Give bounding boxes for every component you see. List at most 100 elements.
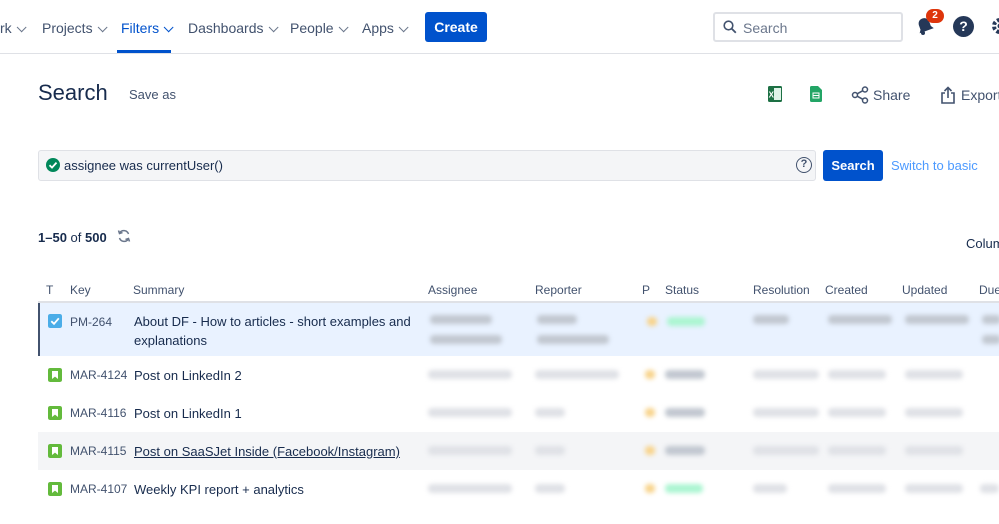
blurred-due xyxy=(982,315,999,324)
column-header-resolution[interactable]: Resolution xyxy=(753,283,810,297)
nav-label: Dashboards xyxy=(188,20,264,36)
switch-to-basic-link[interactable]: Switch to basic xyxy=(891,158,978,173)
nav-your-work[interactable]: rk xyxy=(0,18,27,38)
blurred-reporter xyxy=(535,446,565,455)
blurred-created xyxy=(828,446,886,455)
blurred-reporter xyxy=(537,315,577,324)
chevron-down-icon xyxy=(398,22,409,33)
google-sheets-icon[interactable] xyxy=(810,86,822,102)
blurred-due xyxy=(982,335,999,344)
export-button[interactable]: Export xyxy=(939,86,999,104)
nav-people[interactable]: People xyxy=(290,18,349,38)
blurred-assignee xyxy=(428,446,512,455)
nav-label: Apps xyxy=(362,20,394,36)
blurred-resolution xyxy=(753,408,819,417)
column-header-updated[interactable]: Updated xyxy=(902,283,947,297)
issue-key[interactable]: MAR-4115 xyxy=(70,444,126,458)
global-search[interactable] xyxy=(713,12,903,42)
column-header-due[interactable]: Due xyxy=(979,283,999,297)
issue-key[interactable]: PM-264 xyxy=(70,315,112,329)
story-icon xyxy=(48,368,62,382)
nav-label: Projects xyxy=(42,20,93,36)
search-button[interactable]: Search xyxy=(823,150,883,181)
save-as-button[interactable]: Save as xyxy=(129,87,176,102)
gear-icon[interactable] xyxy=(990,16,999,36)
blurred-updated xyxy=(905,315,969,324)
svg-text:X: X xyxy=(769,91,775,100)
blurred-reporter xyxy=(537,335,609,344)
task-checkbox-icon xyxy=(48,314,62,328)
blurred-status xyxy=(665,370,705,379)
issue-summary[interactable]: About DF - How to articles - short examp… xyxy=(134,312,430,350)
issue-summary[interactable]: Post on SaaSJet Inside (Facebook/Instagr… xyxy=(134,442,400,461)
issue-key[interactable]: MAR-4124 xyxy=(70,368,127,382)
question-icon[interactable]: ? xyxy=(796,157,812,173)
create-button[interactable]: Create xyxy=(425,12,487,42)
blurred-priority-icon xyxy=(645,484,655,493)
blurred-created xyxy=(828,484,886,493)
blurred-priority-icon xyxy=(645,370,655,379)
blurred-reporter xyxy=(535,484,565,493)
share-button[interactable]: Share xyxy=(851,86,910,104)
results-range: 1–50 xyxy=(38,230,67,245)
issue-key[interactable]: MAR-4107 xyxy=(70,482,127,496)
refresh-icon[interactable] xyxy=(117,229,131,243)
blurred-priority-icon xyxy=(645,408,655,417)
blurred-assignee xyxy=(430,315,492,324)
nav-dashboards[interactable]: Dashboards xyxy=(188,18,279,38)
story-icon xyxy=(48,406,62,420)
issue-key[interactable]: MAR-4116 xyxy=(70,406,126,420)
top-navigation: rk Projects Filters Dashboards People Ap… xyxy=(0,0,999,54)
story-icon xyxy=(48,482,62,496)
blurred-updated xyxy=(905,370,963,379)
blurred-due xyxy=(980,484,999,493)
blurred-reporter xyxy=(535,408,565,417)
export-label: Export xyxy=(961,87,999,103)
blurred-assignee xyxy=(430,335,502,344)
nav-projects[interactable]: Projects xyxy=(42,18,108,38)
blurred-created xyxy=(828,408,886,417)
export-icon xyxy=(941,86,955,104)
nav-filters[interactable]: Filters xyxy=(121,18,174,38)
blurred-priority-icon xyxy=(647,317,657,326)
valid-check-icon xyxy=(46,158,60,172)
chevron-down-icon xyxy=(268,22,279,33)
issue-summary[interactable]: Post on LinkedIn 1 xyxy=(134,404,242,423)
blurred-created xyxy=(828,315,892,324)
chevron-down-icon xyxy=(97,22,108,33)
column-header-status[interactable]: Status xyxy=(665,283,699,297)
blurred-status xyxy=(665,408,705,417)
blurred-updated xyxy=(905,408,963,417)
excel-icon[interactable]: X xyxy=(768,86,782,102)
table-row[interactable]: PM-264 About DF - How to articles - shor… xyxy=(38,303,999,356)
help-icon[interactable]: ? xyxy=(953,16,974,37)
blurred-reporter xyxy=(535,370,619,379)
column-header-created[interactable]: Created xyxy=(825,283,868,297)
nav-apps[interactable]: Apps xyxy=(362,18,409,38)
columns-button[interactable]: Colum xyxy=(966,236,999,251)
notification-badge: 2 xyxy=(926,9,944,23)
jql-query-text[interactable]: assignee was currentUser() xyxy=(64,158,223,173)
table-row[interactable]: MAR-4115 Post on SaaSJet Inside (Faceboo… xyxy=(38,432,999,470)
jql-query-field[interactable]: assignee was currentUser() ? xyxy=(38,150,816,181)
column-header-reporter[interactable]: Reporter xyxy=(535,283,582,297)
blurred-assignee xyxy=(428,370,512,379)
blurred-updated xyxy=(905,484,963,493)
column-header-summary[interactable]: Summary xyxy=(133,283,184,297)
column-header-type[interactable]: T xyxy=(46,283,53,297)
story-icon xyxy=(48,444,62,458)
table-row[interactable]: MAR-4124 Post on LinkedIn 2 xyxy=(38,356,999,394)
blurred-assignee xyxy=(428,484,512,493)
table-row[interactable]: MAR-4107 Weekly KPI report + analytics xyxy=(38,470,999,510)
page-title: Search xyxy=(38,80,108,105)
column-header-assignee[interactable]: Assignee xyxy=(428,283,477,297)
table-row[interactable]: MAR-4116 Post on LinkedIn 1 xyxy=(38,394,999,432)
issue-summary[interactable]: Post on LinkedIn 2 xyxy=(134,366,242,385)
blurred-updated xyxy=(905,446,963,455)
issue-summary[interactable]: Weekly KPI report + analytics xyxy=(134,480,304,499)
column-header-priority[interactable]: P xyxy=(642,283,650,297)
column-header-key[interactable]: Key xyxy=(70,283,91,297)
blurred-resolution xyxy=(753,370,819,379)
blurred-priority-icon xyxy=(645,446,655,455)
search-input[interactable] xyxy=(743,18,893,38)
